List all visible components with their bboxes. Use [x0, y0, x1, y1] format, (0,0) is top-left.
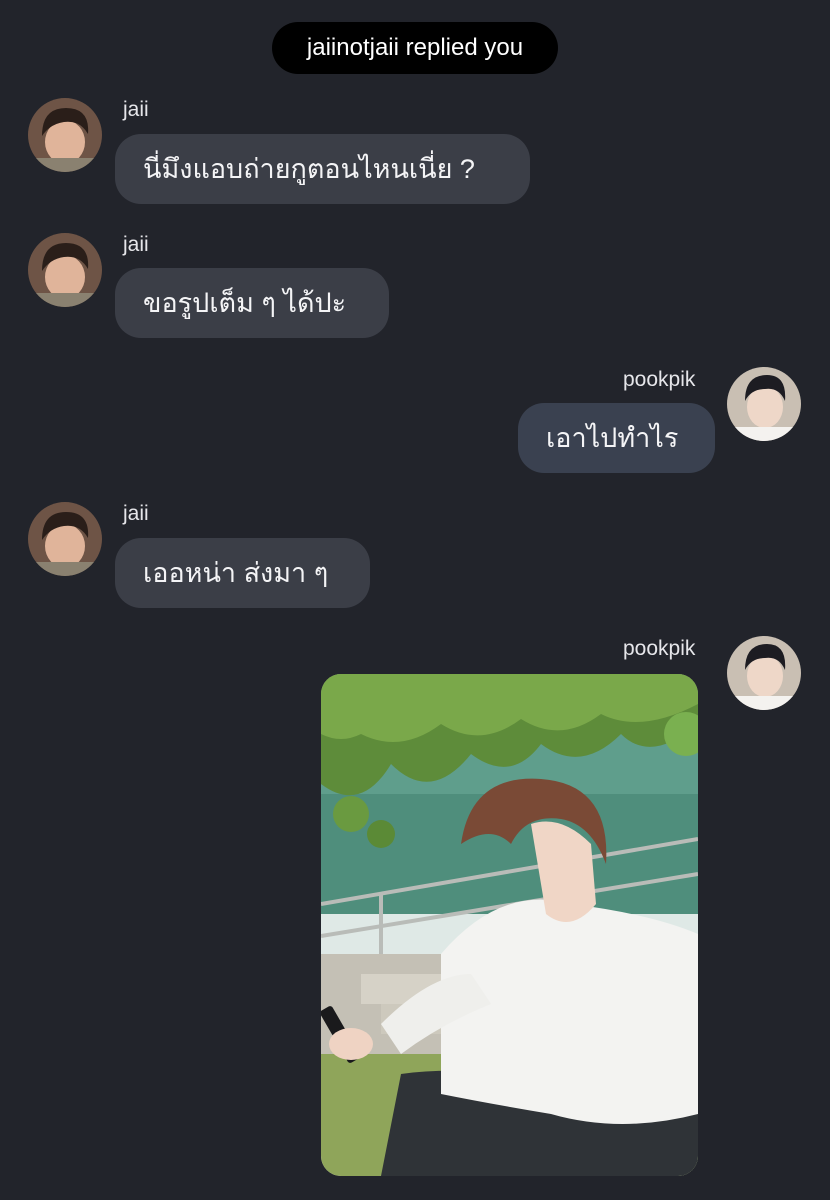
sender-name: jaii [123, 98, 149, 121]
message-bubble[interactable]: เออหน่า ส่งมา ๆ [115, 538, 370, 608]
pookpik-avatar[interactable] [727, 636, 801, 710]
sender-name: pookpik [623, 368, 696, 391]
reply-notice-pill: jaiinotjaii replied you [272, 22, 558, 74]
pookpik-avatar[interactable] [727, 367, 801, 441]
sender-name: jaii [123, 233, 149, 256]
sender-name: jaii [123, 502, 149, 525]
jaii-avatar[interactable] [28, 233, 102, 307]
message-bubble[interactable]: ขอรูปเต็ม ๆ ได้ปะ [115, 268, 389, 338]
message-bubble[interactable]: เอาไปทำไร [518, 403, 715, 473]
jaii-avatar[interactable] [28, 98, 102, 172]
photo-attachment[interactable] [321, 674, 698, 1176]
sender-name: pookpik [623, 637, 696, 660]
jaii-avatar[interactable] [28, 502, 102, 576]
message-bubble[interactable]: นี่มึงแอบถ่ายกูตอนไหนเนี่ย ? [115, 134, 530, 204]
